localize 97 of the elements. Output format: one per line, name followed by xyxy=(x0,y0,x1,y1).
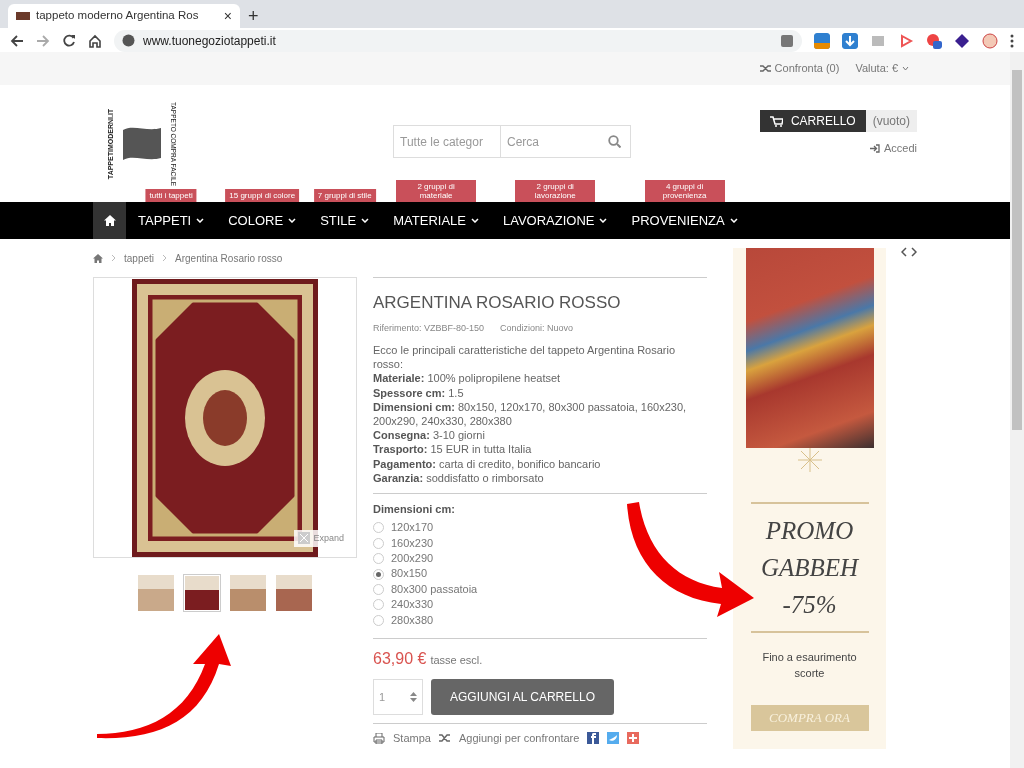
menu-item[interactable]: COLORE xyxy=(216,202,309,239)
search-field[interactable]: Cerca xyxy=(501,125,599,158)
chevron-icon xyxy=(599,218,608,223)
description-line: Trasporto: 15 EUR in tutta Italia xyxy=(373,442,533,457)
search-icon[interactable] xyxy=(608,135,621,148)
size-option[interactable]: 200x290 xyxy=(391,551,434,567)
chevron-icon xyxy=(361,218,370,223)
condition-text: Condizioni: Nuovo xyxy=(500,321,574,335)
caret-icon xyxy=(902,66,909,71)
home-icon[interactable] xyxy=(93,253,103,263)
description-line: Ecco le principali caratteristiche del tappeto Argentina Rosario rosso: xyxy=(373,343,677,372)
description-line: Materiale: 100% polipropilene heatset xyxy=(373,371,562,386)
reload-icon[interactable] xyxy=(62,33,76,48)
rug-icon xyxy=(16,12,30,20)
chevron-icon xyxy=(111,254,116,262)
stepper-icon[interactable] xyxy=(410,691,417,704)
breadcrumb-link[interactable]: tappeti xyxy=(124,250,155,266)
globe-icon xyxy=(122,34,135,47)
extension-icon[interactable] xyxy=(954,32,970,49)
back-icon[interactable] xyxy=(10,33,24,48)
description-line: Consegna: 3-10 giorni xyxy=(373,428,486,443)
home-icon xyxy=(103,215,116,226)
compare-link[interactable]: Aggiungi per confrontare xyxy=(458,730,580,747)
extension-icon[interactable] xyxy=(926,32,942,49)
size-option[interactable]: 80x150 xyxy=(391,566,428,582)
promo-title: -75% xyxy=(781,590,838,620)
thumbnail[interactable] xyxy=(275,574,313,612)
play-icon[interactable] xyxy=(898,32,914,49)
menu-badge: 15 gruppi di colore xyxy=(225,189,300,202)
menu-item[interactable]: PROVENIENZA xyxy=(619,202,750,239)
menu-item[interactable]: LAVORAZIONE xyxy=(490,202,620,239)
cart-icon xyxy=(769,115,783,127)
size-option[interactable]: 240x330 xyxy=(391,597,434,613)
printer-icon[interactable] xyxy=(373,732,385,744)
download-icon[interactable] xyxy=(842,32,858,49)
menu-icon[interactable] xyxy=(1010,33,1014,48)
shuffle-icon[interactable] xyxy=(438,733,451,744)
sparkle-icon xyxy=(797,448,822,472)
next-icon[interactable] xyxy=(911,247,917,257)
size-option[interactable]: 120x170 xyxy=(391,520,434,536)
description-line: Garanzia: soddisfatto o rimborsato xyxy=(373,470,545,486)
product-title: ARGENTINA ROSARIO ROSSO xyxy=(373,292,622,314)
shuffle-icon xyxy=(759,64,771,73)
home-icon[interactable] xyxy=(88,33,102,48)
print-link[interactable]: Stampa xyxy=(393,730,431,747)
scrollbar[interactable] xyxy=(1010,52,1024,768)
promo-title: GABBEH xyxy=(760,553,859,583)
size-option[interactable]: 280x380 xyxy=(391,612,434,629)
promo-subtitle: Fino a esaurimento scorte xyxy=(761,650,858,681)
size-label: Dimensioni cm: xyxy=(373,502,456,517)
plus-share-icon[interactable] xyxy=(627,732,640,745)
promo-title: PROMO xyxy=(764,516,855,546)
menu-badge: 4 gruppi di provenienza xyxy=(644,180,725,202)
reference-text: Riferimento: VZBBF-80-150 xyxy=(373,321,485,335)
size-option[interactable]: 160x230 xyxy=(391,535,434,552)
quantity-field[interactable]: 1 xyxy=(373,679,423,716)
menu-item[interactable]: STILE xyxy=(308,202,382,239)
description-line: Spessore cm: 1.5 xyxy=(373,385,465,400)
price: 63,90 € xyxy=(373,649,427,670)
expand-icon xyxy=(298,532,311,545)
url-text[interactable]: www.tuonegoziotappeti.it xyxy=(143,31,276,50)
menu-item[interactable]: TAPPETI xyxy=(126,202,217,239)
close-tab-button[interactable]: × xyxy=(223,5,232,27)
menu-badge: 2 gruppi di lavorazione xyxy=(515,180,596,202)
menu-item[interactable]: MATERIALE xyxy=(381,202,491,239)
chevron-icon xyxy=(196,218,205,223)
description-line: Pagamento: carta di credito, bonifico bancario xyxy=(373,456,602,471)
description-line: Dimensioni cm: 80x150, 120x170, 80x300 passatoia, 160x230, 200x290, 240x330, 280x380 xyxy=(373,399,688,429)
menu-badge: 2 gruppi di materiale xyxy=(396,180,477,202)
promo-banner[interactable]: PROMO GABBEH -75% Fino a esaurimento scorte COMPRA ORA xyxy=(733,248,886,749)
browser-tab[interactable]: tappeto moderno Argentina Ros × xyxy=(8,4,240,28)
menu-badge: 7 gruppi di stile xyxy=(313,189,376,202)
previous-icon[interactable] xyxy=(901,247,907,257)
home-button[interactable] xyxy=(93,202,126,239)
login-icon xyxy=(869,144,880,153)
category-select[interactable]: Tutte le categor xyxy=(393,125,501,158)
tax-note: tasse escl. xyxy=(430,653,483,669)
new-tab-button[interactable]: + xyxy=(248,4,259,28)
thumbnail[interactable] xyxy=(183,574,221,612)
cart-button[interactable]: CARRELLO xyxy=(759,110,866,133)
twitter-share-icon[interactable] xyxy=(607,732,620,745)
size-option[interactable]: 80x300 passatoia xyxy=(391,581,478,598)
chevron-icon xyxy=(729,218,738,223)
facebook-share-icon[interactable] xyxy=(587,732,600,745)
currency-select[interactable]: Valuta: € xyxy=(855,60,898,77)
chevron-icon xyxy=(470,218,479,223)
compare-link[interactable]: Confronta (0) xyxy=(774,60,840,77)
forward-icon[interactable] xyxy=(36,33,50,48)
menu-badge: tutti i tappeti xyxy=(145,189,197,202)
thumbnail[interactable] xyxy=(229,574,267,612)
cart-status: (vuoto) xyxy=(865,110,917,133)
chevron-icon xyxy=(288,218,297,223)
add-to-cart-button[interactable]: AGGIUNGI AL CARRELLO xyxy=(431,679,614,716)
login-link[interactable]: Accedi xyxy=(883,140,917,157)
breadcrumb-link[interactable]: Argentina Rosario rosso xyxy=(175,250,283,266)
chevron-icon xyxy=(162,254,168,262)
thumbnail[interactable] xyxy=(137,574,175,612)
